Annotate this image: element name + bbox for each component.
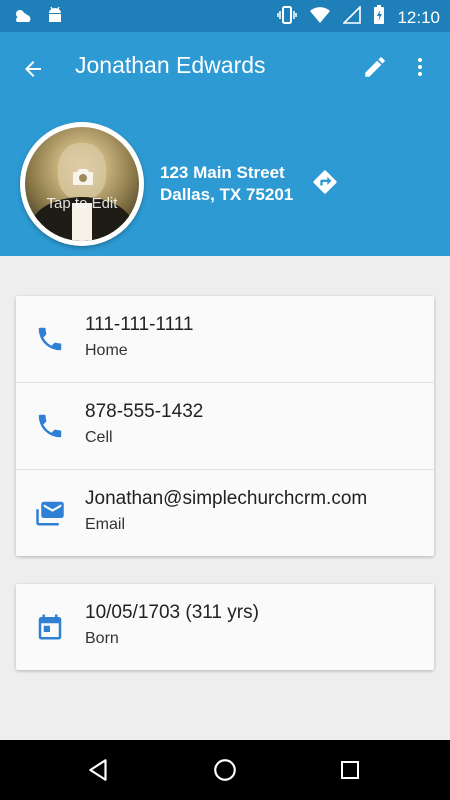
phone-cell-value: 878-555-1432 [85, 401, 204, 422]
square-recents-icon [341, 761, 359, 779]
address-line-1: 123 Main Street [160, 163, 285, 182]
email-icon [34, 497, 66, 529]
avatar[interactable]: Tap to Edit [20, 122, 144, 246]
circle-home-icon [214, 759, 236, 781]
nav-home-button[interactable] [210, 755, 240, 785]
wifi-icon [309, 6, 331, 29]
birthday-value: 10/05/1703 (311 yrs) [85, 602, 259, 623]
birthday-card: 10/05/1703 (311 yrs) Born [16, 584, 434, 670]
contact-header: Tap to Edit 123 Main Street Dallas, TX 7… [0, 104, 450, 256]
vibrate-icon [277, 5, 298, 30]
more-options-button[interactable] [405, 50, 435, 84]
phone-icon [34, 410, 66, 442]
directions-icon [313, 170, 337, 194]
birthday-row[interactable]: 10/05/1703 (311 yrs) Born [16, 584, 434, 670]
avatar-photo: Tap to Edit [25, 127, 139, 241]
calendar-icon [34, 611, 66, 643]
battery-icon [373, 5, 385, 30]
contact-methods-card: 111-111-1111 Home 878-555-1432 Cell Jona… [16, 296, 434, 556]
status-bar: 12:10 [0, 0, 450, 32]
phone-cell-row[interactable]: 878-555-1432 Cell [16, 383, 434, 470]
weather-icon [12, 7, 34, 30]
phone-home-row[interactable]: 111-111-1111 Home [16, 296, 434, 383]
email-row[interactable]: Jonathan@simplechurchcrm.com Email [16, 470, 434, 556]
phone-home-label: Home [85, 342, 128, 359]
android-icon [46, 6, 64, 31]
phone-icon [34, 323, 66, 355]
more-vert-icon [418, 58, 422, 76]
nav-recents-button[interactable] [335, 755, 365, 785]
camera-icon [73, 169, 93, 185]
tap-to-edit-label: Tap to Edit [46, 195, 118, 212]
phone-cell-label: Cell [85, 429, 113, 446]
triangle-back-icon [89, 759, 107, 781]
edit-button[interactable] [358, 50, 392, 84]
email-value: Jonathan@simplechurchcrm.com [85, 488, 368, 509]
directions-button[interactable] [310, 167, 340, 197]
email-label: Email [85, 516, 126, 533]
address-line-2: Dallas, TX 75201 [160, 185, 294, 204]
address: 123 Main Street Dallas, TX 75201 [160, 162, 293, 206]
nav-back-button[interactable] [84, 755, 114, 785]
pencil-icon [365, 57, 385, 77]
signal-icon [342, 5, 362, 29]
birthday-label: Born [85, 630, 119, 647]
back-button[interactable] [16, 52, 50, 86]
arrow-back-icon [25, 61, 41, 77]
page-title: Jonathan Edwards [75, 52, 266, 78]
app-bar: Jonathan Edwards [0, 32, 450, 104]
phone-home-value: 111-111-1111 [85, 314, 194, 335]
navigation-bar [0, 740, 450, 800]
status-time: 12:10 [397, 7, 440, 27]
